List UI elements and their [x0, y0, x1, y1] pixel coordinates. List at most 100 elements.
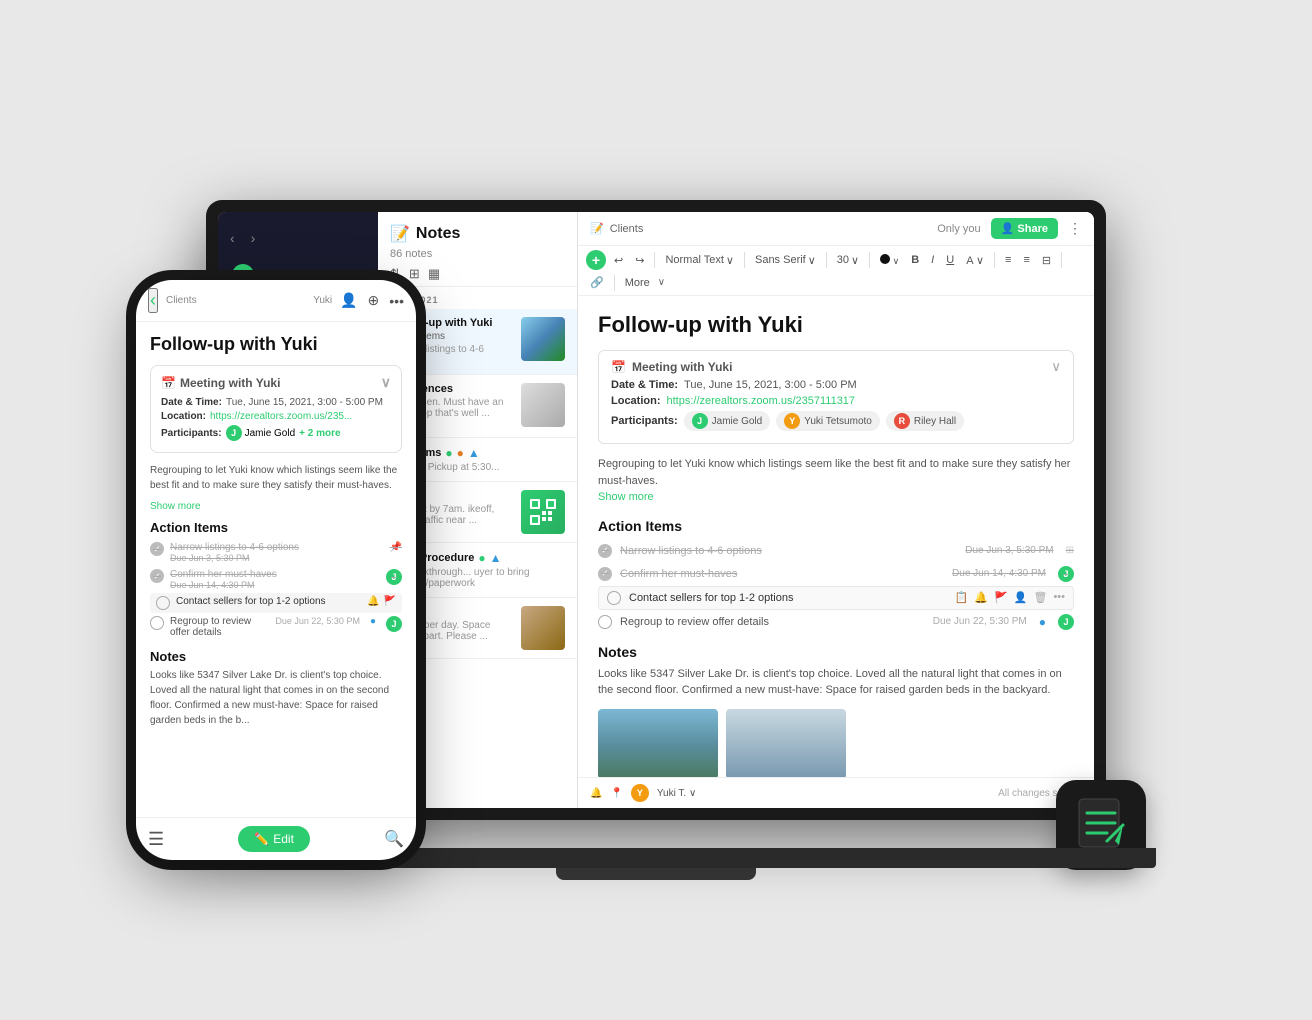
highlight-button[interactable]: A ∨ [962, 252, 988, 269]
more-chevron: ∨ [658, 277, 665, 288]
redo-button[interactable]: ↪ [631, 252, 648, 269]
meeting-label: Meeting with Yuki [632, 360, 732, 374]
phone-action-due-1: Due Jun 3, 5:30 PM [170, 553, 384, 563]
action-checkbox-1[interactable]: ✓ [598, 544, 612, 558]
participant-avatar-r: R [894, 413, 910, 429]
phone-show-more[interactable]: Show more [150, 501, 402, 512]
description-text: Regrouping to let Yuki know which listin… [598, 458, 1070, 487]
link-button[interactable]: 🔗 [586, 274, 608, 291]
note-item-3-preview: Dance - Pickup at 5:30... [390, 462, 565, 473]
phone-edit-label: Edit [273, 832, 294, 846]
participant-chip-y: Y Yuki Tetsumoto [776, 411, 880, 431]
phone-more-icon[interactable]: ••• [389, 292, 404, 309]
phone-action-item-1: ✓ Narrow listings to 4-6 options Due Jun… [150, 539, 402, 566]
action-trash-icon[interactable]: 🗑 [1033, 591, 1047, 604]
phone-overlay: ‹ Clients Yuki 👤 ⊕ ••• Follow-up with Yu… [136, 280, 416, 860]
phone-share-icon[interactable]: ⊕ [368, 292, 380, 309]
phone-action-avatar-4: J [386, 616, 402, 632]
action-checkbox-2[interactable]: ✓ [598, 567, 612, 581]
phone-action-items-title: Action Items [150, 520, 402, 535]
size-dropdown[interactable]: 30 ∨ [833, 252, 863, 269]
phone-person-icon[interactable]: 👤 [340, 292, 357, 309]
phone-participants-row: Participants: J Jamie Gold + 2 more [161, 425, 391, 441]
bullets-button[interactable]: ≡ [1001, 252, 1015, 268]
meeting-location-link[interactable]: https://zerealtors.zoom.us/2357111317 [667, 395, 856, 407]
editor-bottom-bar: 🔔 📍 Y Yuki T. ∨ All changes save... [578, 777, 1094, 808]
phone-location-label: Location: [161, 411, 206, 422]
note-item-5-text: ough Procedure ● ▲ ach walkthrough... uy… [390, 551, 565, 589]
yuki-dropdown[interactable]: Yuki T. ∨ [657, 788, 696, 799]
phone-back-button[interactable]: ‹ [148, 288, 158, 313]
phone-participant-more[interactable]: + 2 more [299, 428, 340, 439]
editor-bell-icon[interactable]: 🔔 [590, 788, 602, 799]
action-copy-icon[interactable]: 📋 [955, 591, 969, 604]
editor-location-icon[interactable]: 📍 [610, 788, 622, 799]
phone-action-icons-3: 🔔🚩 [367, 596, 396, 607]
notes-toolbar: ⇅ ⊞ ▦ [390, 266, 565, 282]
phone-checkbox-4 [150, 616, 164, 630]
text-style-dropdown[interactable]: Normal Text ∨ [661, 252, 738, 269]
action-text-1: Narrow listings to 4-6 options [620, 545, 762, 557]
action-more-icon[interactable]: ••• [1053, 591, 1065, 604]
indent-button[interactable]: ⊟ [1038, 252, 1055, 269]
color-chevron: ∨ [893, 256, 900, 266]
only-you-label: Only you [937, 223, 980, 235]
more-button[interactable]: More [621, 275, 654, 291]
phone-meeting-chevron[interactable]: ∨ [381, 374, 391, 391]
font-chevron: ∨ [808, 254, 816, 267]
sidebar-forward-button[interactable]: › [247, 228, 260, 248]
action-item-3[interactable]: Contact sellers for top 1-2 options 📋 🔔 … [598, 586, 1074, 610]
share-button[interactable]: 👤 Share [991, 218, 1058, 239]
participant-name-y: Yuki Tetsumoto [804, 416, 872, 427]
color-button[interactable]: ∨ [876, 252, 903, 269]
phone-action-icons: 👤 ⊕ ••• [340, 292, 404, 309]
action-text-2: Confirm her must-haves [620, 568, 737, 580]
phone-location-link[interactable]: https://zerealtors.zoom.us/235... [210, 411, 352, 422]
editor-note-icon: 📝 [590, 222, 604, 235]
phone-location-row: Location: https://zerealtors.zoom.us/235… [161, 411, 391, 422]
numbered-button[interactable]: ≡ [1019, 252, 1033, 268]
toolbar-sep-7 [614, 275, 615, 291]
action-person-icon[interactable]: 👤 [1014, 591, 1028, 604]
underline-button[interactable]: U [942, 252, 958, 268]
note-item-5-tag-green: ● [478, 551, 485, 565]
show-more-link[interactable]: Show more [598, 491, 654, 503]
participant-chip-r: R Riley Hall [886, 411, 964, 431]
bold-button[interactable]: B [907, 252, 923, 268]
laptop-stand [556, 868, 756, 880]
undo-button[interactable]: ↩ [610, 252, 627, 269]
note-item-3-text: Programs ● ● ▲ Dance - Pickup at 5:30... [390, 446, 565, 473]
toolbar-sep-6 [1061, 252, 1062, 268]
action-bell-icon[interactable]: 🔔 [974, 591, 988, 604]
note-main-title: Follow-up with Yuki [598, 312, 1074, 338]
phone-action-text-3: Contact sellers for top 1-2 options [176, 596, 361, 607]
phone-search-button[interactable]: 🔍 [384, 829, 404, 849]
action-item-3-tools: 📋 🔔 🚩 👤 🗑 ••• [955, 591, 1065, 604]
action-flag-icon[interactable]: 🚩 [994, 591, 1008, 604]
meeting-participants-label: Participants: [611, 415, 678, 427]
phone-datetime-value: Tue, June 15, 2021, 3:00 - 5:00 PM [226, 397, 383, 408]
action-checkbox-3[interactable] [607, 591, 621, 605]
phone-meeting-card: 📅 Meeting with Yuki ∨ Date & Time: Tue, … [150, 365, 402, 453]
action-checkbox-4[interactable] [598, 615, 612, 629]
action-text-3: Contact sellers for top 1-2 options [629, 592, 793, 604]
italic-button[interactable]: I [927, 252, 938, 268]
font-dropdown[interactable]: Sans Serif ∨ [751, 252, 820, 269]
phone-note-title: Follow-up with Yuki [150, 334, 402, 355]
toolbar-sep-2 [744, 252, 745, 268]
meeting-datetime-label: Date & Time: [611, 379, 678, 391]
size-label: 30 [837, 254, 849, 266]
meeting-card-header: 📅 Meeting with Yuki ∨ [611, 359, 1061, 375]
highlight-label: A [966, 255, 973, 267]
notes-view-button[interactable]: ▦ [428, 266, 440, 282]
meeting-expand-button[interactable]: ∨ [1051, 359, 1061, 375]
phone-menu-button[interactable]: ☰ [148, 829, 164, 850]
phone-meeting-label: Meeting with Yuki [180, 376, 280, 390]
phone-notes-text: Looks like 5347 Silver Lake Dr. is clien… [150, 668, 402, 728]
sidebar-back-button[interactable]: ‹ [226, 228, 239, 248]
add-content-button[interactable]: + [586, 250, 606, 270]
editor-image-2 [726, 709, 846, 778]
phone-participant-name: Jamie Gold [245, 428, 296, 439]
phone-edit-button[interactable]: ✏️ Edit [238, 826, 310, 852]
editor-more-button[interactable]: ⋮ [1068, 220, 1082, 237]
